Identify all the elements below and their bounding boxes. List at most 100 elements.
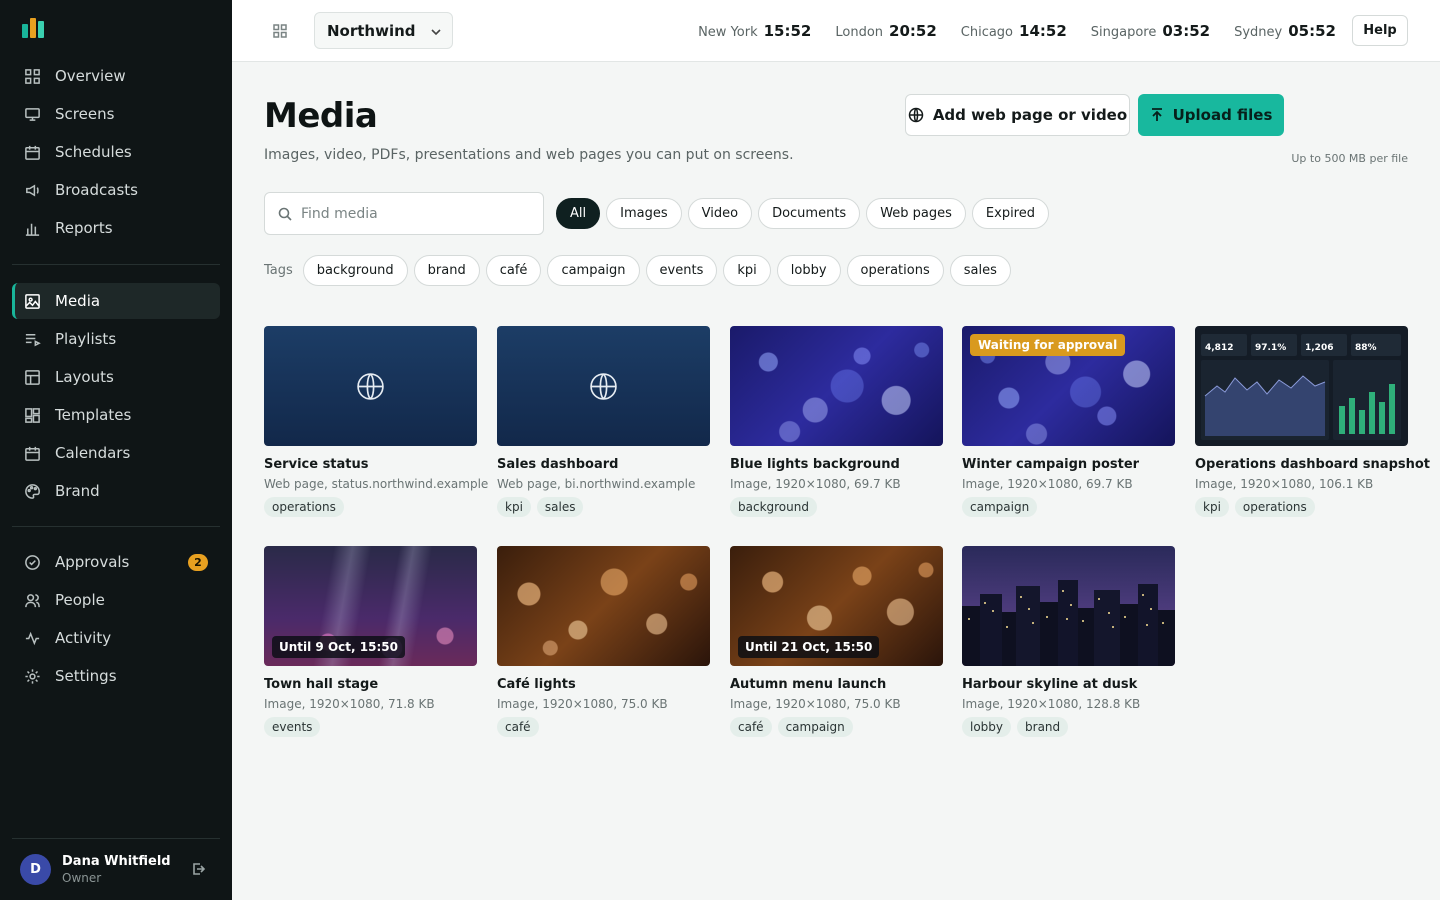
globe-icon	[357, 373, 384, 400]
search-icon	[278, 207, 292, 221]
sidebar-item-settings[interactable]: Settings	[12, 658, 220, 694]
tag-filter[interactable]: background	[302, 255, 408, 286]
sidebar-item-reports[interactable]: Reports	[12, 210, 220, 246]
media-tag: café	[497, 717, 539, 737]
media-tag: background	[730, 497, 817, 517]
media-card[interactable]: Waiting for approval Winter campaign pos…	[962, 326, 1175, 517]
tags-label: Tags	[264, 263, 293, 278]
media-thumbnail[interactable]	[497, 326, 710, 446]
chevron-down-icon	[431, 29, 441, 36]
tag-filter[interactable]: operations	[846, 255, 944, 286]
sidebar-item-calendars[interactable]: Calendars	[12, 435, 220, 471]
media-card[interactable]: Until 21 Oct, 15:50 Autumn menu launch I…	[730, 546, 943, 737]
bar-chart-icon	[25, 223, 40, 236]
help-button[interactable]: Help	[1352, 15, 1408, 46]
expiry-badge: Until 21 Oct, 15:50	[738, 636, 880, 658]
type-filters: All Images Video Documents Web pages Exp…	[556, 198, 1055, 229]
media-tag: lobby	[962, 717, 1012, 737]
tag-filter[interactable]: sales	[949, 255, 1011, 286]
filter-all[interactable]: All	[556, 198, 601, 229]
logout-icon[interactable]	[190, 861, 206, 877]
nav-group-content: Media Playlists Layouts Templates Calend…	[12, 283, 220, 511]
media-thumbnail[interactable]: 4,812 97.1% 1,206 88%	[1195, 326, 1408, 446]
media-thumbnail[interactable]: Until 21 Oct, 15:50	[730, 546, 943, 666]
megaphone-icon	[26, 183, 39, 197]
media-card[interactable]: Until 9 Oct, 15:50 Town hall stage Image…	[264, 546, 477, 737]
filter-web-pages[interactable]: Web pages	[866, 198, 966, 229]
clock-new-york: New York 15:52	[698, 22, 812, 40]
gear-icon	[25, 668, 40, 684]
tag-filter[interactable]: kpi	[723, 255, 771, 286]
sidebar-item-label: Broadcasts	[55, 181, 138, 199]
media-title: Town hall stage	[264, 677, 379, 692]
upload-files-button[interactable]: Upload files	[1138, 94, 1284, 136]
sidebar-item-templates[interactable]: Templates	[12, 397, 220, 433]
templates-icon	[25, 407, 40, 423]
sidebar-item-overview[interactable]: Overview	[12, 58, 220, 94]
media-thumbnail[interactable]	[730, 326, 943, 446]
tag-filter[interactable]: brand	[413, 255, 480, 286]
media-card[interactable]: Service status Web page, status.northwin…	[264, 326, 489, 517]
sidebar-item-label: Settings	[55, 667, 117, 685]
kpi-value: 4,812	[1205, 343, 1233, 353]
kpi-value: 88%	[1355, 343, 1377, 353]
tag-filters: Tags background brand café campaign even…	[264, 255, 1017, 286]
user-profile[interactable]: D Dana Whitfield Owner	[12, 838, 220, 900]
filter-expired[interactable]: Expired	[971, 198, 1049, 229]
media-card[interactable]: Harbour skyline at dusk Image, 1920×1080…	[962, 546, 1175, 737]
tag-filter[interactable]: campaign	[547, 255, 640, 286]
media-thumbnail[interactable]: Waiting for approval	[962, 326, 1175, 446]
media-card[interactable]: 4,812 97.1% 1,206 88% Operations dashboa…	[1195, 326, 1430, 517]
sidebar-item-activity[interactable]: Activity	[12, 620, 220, 656]
tag-filter[interactable]: lobby	[776, 255, 841, 286]
media-meta: Image, 1920×1080, 69.7 KB	[730, 477, 901, 491]
sidebar-item-media[interactable]: Media	[12, 283, 220, 319]
media-thumbnail[interactable]	[962, 546, 1175, 666]
sidebar-item-approvals[interactable]: Approvals 2	[12, 544, 220, 580]
media-thumbnail[interactable]: Until 9 Oct, 15:50	[264, 546, 477, 666]
globe-icon	[908, 107, 924, 123]
user-name: Dana Whitfield	[62, 854, 171, 869]
upload-icon	[1151, 108, 1162, 121]
playlist-icon	[25, 333, 41, 346]
filter-video[interactable]: Video	[687, 198, 753, 229]
sidebar-item-brand[interactable]: Brand	[12, 473, 220, 509]
tag-filter[interactable]: events	[645, 255, 718, 286]
sidebar-item-playlists[interactable]: Playlists	[12, 321, 220, 357]
organization-name: Northwind	[327, 21, 416, 40]
media-card[interactable]: Café lights Image, 1920×1080, 75.0 KB ca…	[497, 546, 710, 737]
sidebar-item-screens[interactable]: Screens	[12, 96, 220, 132]
media-title: Service status	[264, 457, 369, 472]
sidebar-item-layouts[interactable]: Layouts	[12, 359, 220, 395]
media-thumbnail[interactable]	[497, 546, 710, 666]
media-meta: Image, 1920×1080, 75.0 KB	[497, 697, 668, 711]
media-meta: Image, 1920×1080, 71.8 KB	[264, 697, 435, 711]
filter-documents[interactable]: Documents	[758, 198, 861, 229]
sidebar-item-broadcasts[interactable]: Broadcasts	[12, 172, 220, 208]
media-search[interactable]	[264, 192, 544, 235]
media-thumbnail[interactable]	[264, 326, 477, 446]
media-card[interactable]: Sales dashboard Web page, bi.northwind.e…	[497, 326, 710, 517]
add-web-page-button[interactable]: Add web page or video	[905, 94, 1130, 136]
avatar: D	[20, 854, 51, 885]
skyline-preview	[962, 580, 1175, 666]
media-meta: Web page, status.northwind.example	[264, 477, 489, 491]
globe-icon	[590, 373, 617, 400]
sidebar-item-label: Templates	[55, 406, 132, 424]
sidebar-item-schedules[interactable]: Schedules	[12, 134, 220, 170]
filter-images[interactable]: Images	[606, 198, 682, 229]
calendar-icon	[25, 145, 40, 160]
clock-singapore: Singapore 03:52	[1090, 22, 1211, 40]
apps-grid-icon[interactable]	[272, 23, 288, 39]
page-subtitle: Images, video, PDFs, presentations and w…	[264, 147, 794, 163]
organization-select[interactable]: Northwind	[314, 12, 453, 49]
media-tag: campaign	[962, 497, 1038, 517]
northwind-logo[interactable]	[22, 18, 50, 38]
sidebar-item-people[interactable]: People	[12, 582, 220, 618]
media-meta: Image, 1920×1080, 106.1 KB	[1195, 477, 1374, 491]
tag-filter[interactable]: café	[485, 255, 542, 286]
media-meta: Image, 1920×1080, 69.7 KB	[962, 477, 1133, 491]
check-circle-icon	[25, 554, 40, 570]
search-input[interactable]	[301, 205, 531, 222]
media-card[interactable]: Blue lights background Image, 1920×1080,…	[730, 326, 943, 517]
